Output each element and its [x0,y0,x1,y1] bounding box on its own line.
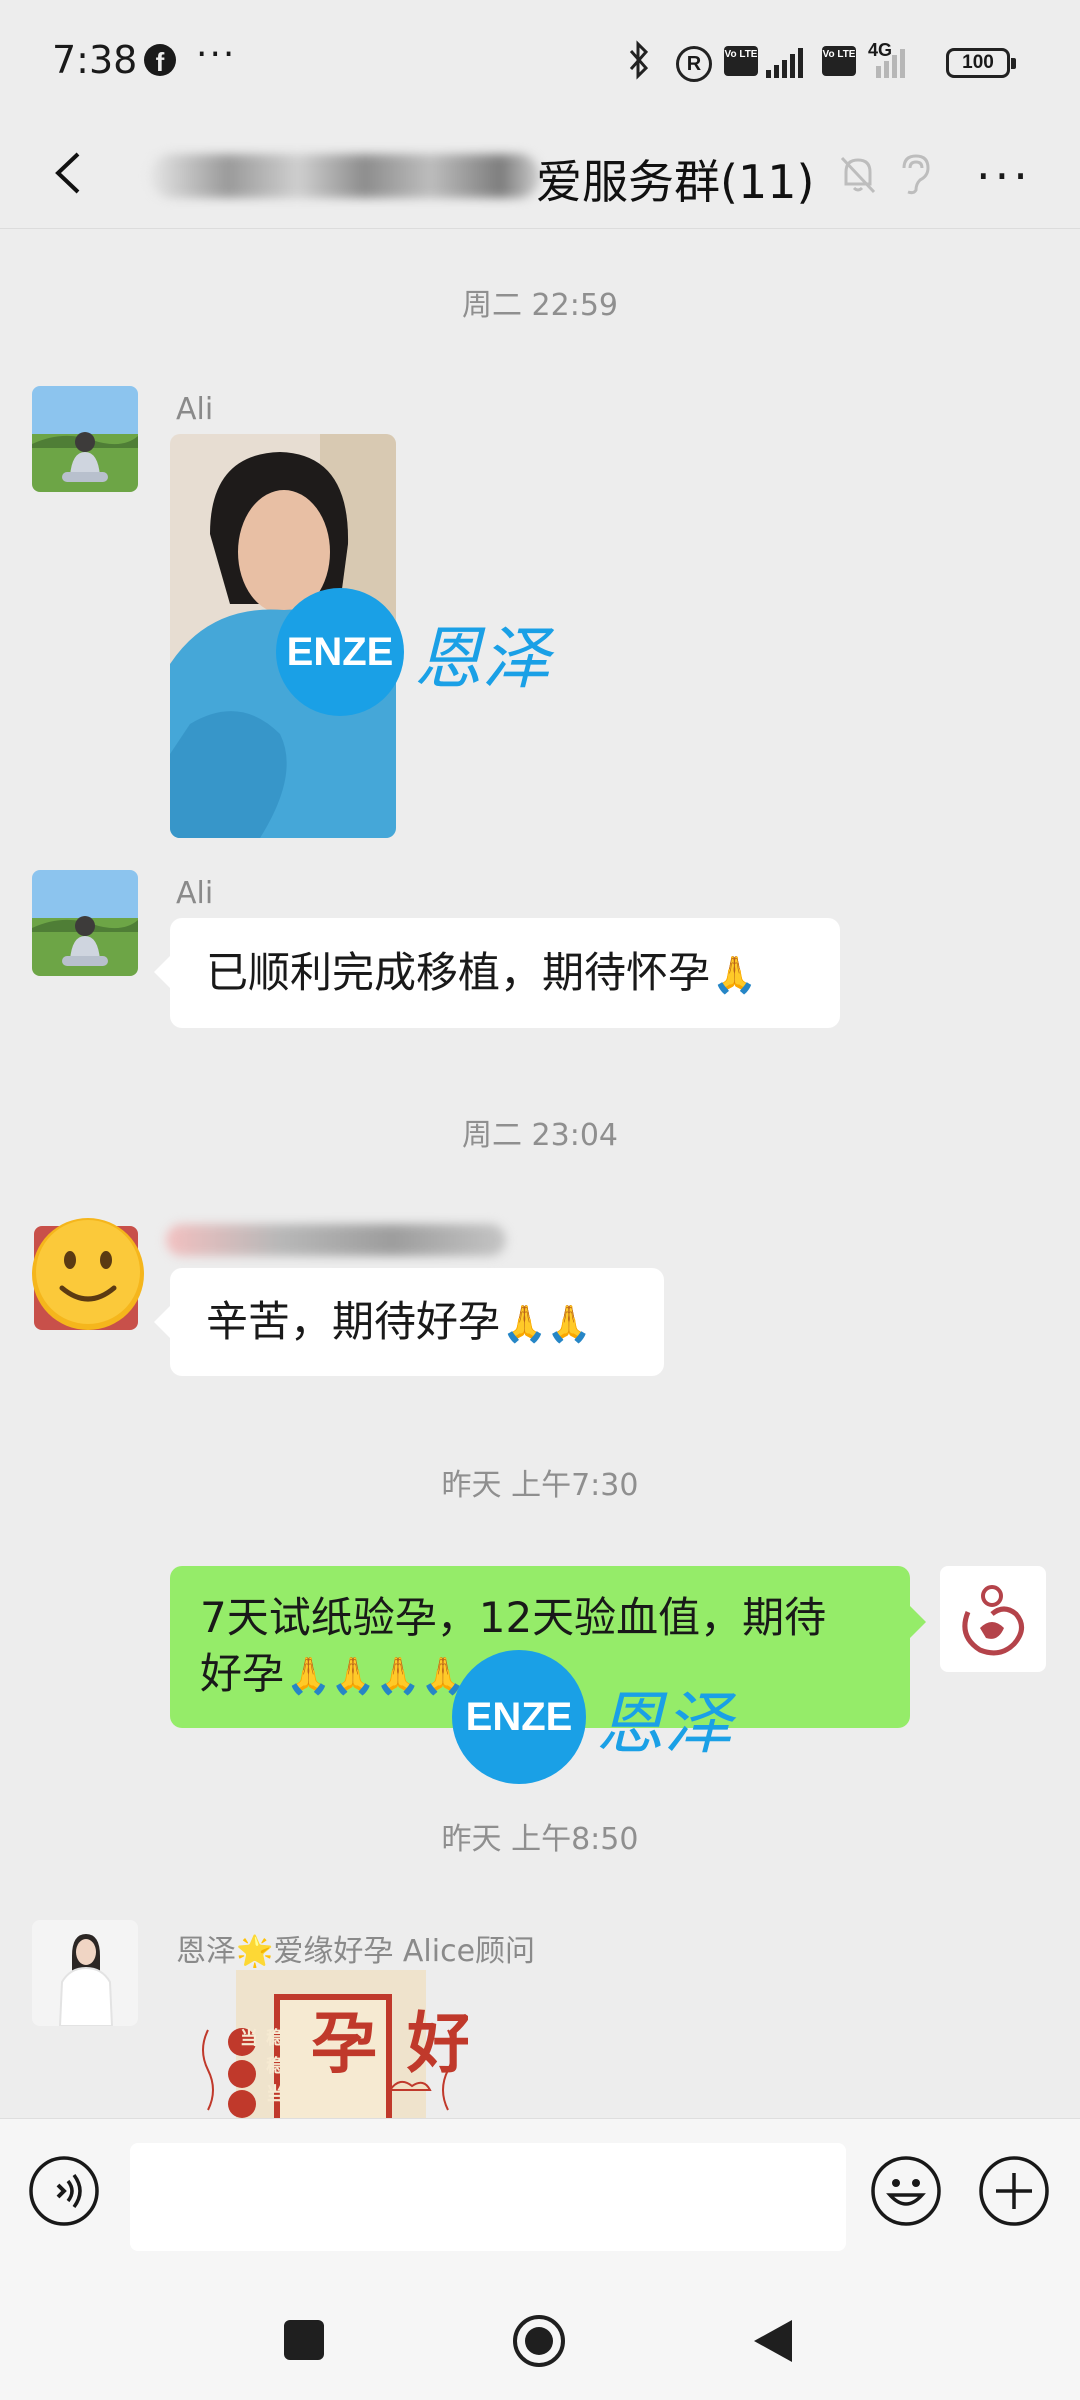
back-nav-icon[interactable] [752,2318,794,2364]
enze-logo-circle: ENZE [276,588,404,716]
message-timestamp: 昨天 上午8:50 [441,1822,639,1857]
system-navigation-bar [0,2278,1080,2400]
sender-name: Ali [176,876,214,911]
message-text: 已顺利完成移植，期待怀孕 [206,948,711,997]
back-arrow-icon[interactable] [44,146,98,200]
battery-indicator: 100 [946,48,1016,78]
message-timestamp: 昨天 上午7:30 [441,1468,639,1503]
card-side-text: 稳稳当当 [237,2028,284,2112]
message-text: 辛苦，期待好孕 [206,1297,501,1346]
status-bar: 7:38 f ··· R Vo LTE Vo LTE 4G 100 [0,0,1080,120]
message-timestamp: 周二 22:59 [462,288,618,323]
sender-name: 恩泽🌟爱缘好孕 Alice顾问 [176,1934,536,1969]
blurred-group-name [150,154,540,198]
image-message-card[interactable]: 好孕 稳稳当当 [194,1970,468,2118]
text-message-bubble[interactable]: 已顺利完成移植，期待怀孕🙏 [154,918,840,1028]
chat-title[interactable]: 爱服务群(11) [536,146,814,212]
avatar-ali[interactable] [32,870,138,976]
avatar-self[interactable] [940,1566,1046,1672]
status-time: 7:38 [52,38,138,82]
pray-emoji: 🙏 [712,955,757,996]
enze-logo-circle: ENZE [452,1650,586,1784]
card-big-text: 好孕 [300,2008,468,2074]
signal-strength-icon-2 [868,48,905,78]
avatar-alice[interactable] [32,1920,138,2026]
message-text-line1: 7天试纸验孕，12天验血值，期待 [200,1593,827,1642]
message-text-line2: 好孕 [200,1649,285,1698]
avatar-ali[interactable] [32,386,138,492]
status-more-icon: ··· [196,34,237,75]
recent-apps-icon[interactable] [284,2320,324,2360]
volte-icon-2: Vo LTE [822,46,856,76]
watermark-enze: ENZE 恩泽 [276,588,550,716]
input-bar [0,2118,1080,2279]
more-options-icon[interactable]: ··· [976,153,1032,199]
facebook-icon: f [144,44,176,77]
bluetooth-icon [628,40,650,89]
enze-logo-text: 恩泽 [596,1684,733,1764]
enze-logo-text: 恩泽 [414,619,551,699]
mute-bell-icon [834,150,882,198]
pray-emoji: 🙏🙏 [502,1304,592,1345]
home-icon[interactable] [512,2314,566,2368]
voice-input-icon[interactable] [28,2155,100,2227]
emoji-icon[interactable] [870,2155,942,2227]
message-input[interactable] [130,2143,846,2251]
signal-strength-icon [766,46,803,78]
add-attachment-icon[interactable] [978,2155,1050,2227]
pray-emoji: 🙏🙏🙏🙏 [286,1656,466,1697]
blurred-sender-name [166,1224,506,1256]
message-timestamp: 周二 23:04 [462,1118,618,1153]
volte-icon: Vo LTE [724,46,758,76]
watermark-enze: ENZE 恩泽 [452,1650,732,1784]
avatar-smiley[interactable] [32,1216,148,1332]
text-message-bubble[interactable]: 辛苦，期待好孕🙏🙏 [154,1268,664,1376]
chat-header: 爱服务群(11) ··· [0,120,1080,229]
earpiece-icon [892,150,936,198]
sender-name: Ali [176,392,214,427]
registered-icon: R [676,46,712,82]
